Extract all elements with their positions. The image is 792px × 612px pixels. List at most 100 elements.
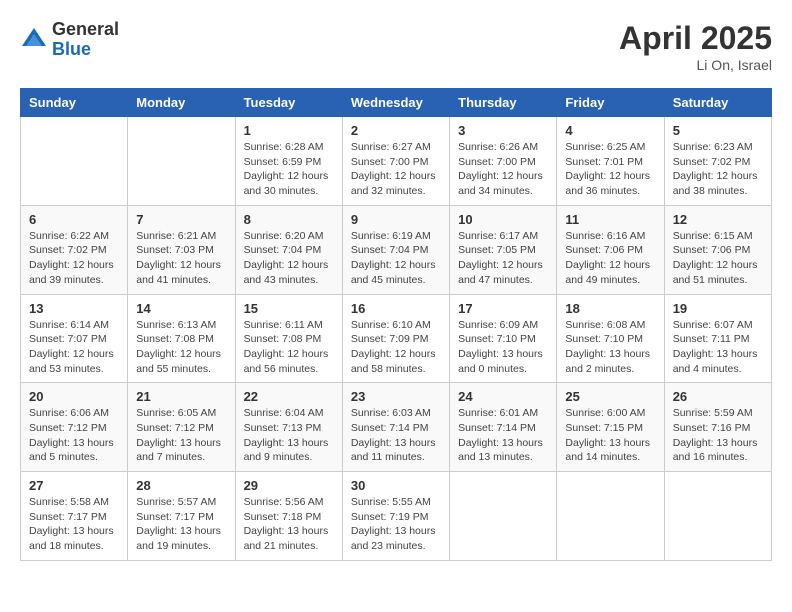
- calendar-cell: 3Sunrise: 6:26 AM Sunset: 7:00 PM Daylig…: [450, 117, 557, 206]
- day-info: Sunrise: 6:17 AM Sunset: 7:05 PM Dayligh…: [458, 229, 548, 288]
- day-info: Sunrise: 6:23 AM Sunset: 7:02 PM Dayligh…: [673, 140, 763, 199]
- day-info: Sunrise: 6:16 AM Sunset: 7:06 PM Dayligh…: [565, 229, 655, 288]
- day-number: 28: [136, 478, 226, 493]
- logo-icon: [20, 26, 48, 54]
- calendar-cell: 26Sunrise: 5:59 AM Sunset: 7:16 PM Dayli…: [664, 383, 771, 472]
- day-number: 18: [565, 301, 655, 316]
- calendar-cell: 1 Sunrise: 6:28 AM Sunset: 6:59 PM Daylig…: [235, 117, 342, 206]
- calendar-header-thursday: Thursday: [450, 89, 557, 117]
- day-info: Sunrise: 6:25 AM Sunset: 7:01 PM Dayligh…: [565, 140, 655, 199]
- day-info: Sunrise: 6:28 AM Sunset: 6:59 PM Dayligh…: [244, 140, 334, 199]
- calendar-cell: 2Sunrise: 6:27 AM Sunset: 7:00 PM Daylig…: [342, 117, 449, 206]
- page-header: General Blue April 2025 Li On, Israel: [20, 20, 772, 73]
- calendar-cell: 12 Sunrise: 6:15 AM Sunset: 7:06 PM Dayli…: [664, 205, 771, 294]
- month-title: April 2025: [619, 20, 772, 57]
- day-info: Sunrise: 6:07 AM Sunset: 7:11 PM Dayligh…: [673, 318, 763, 377]
- calendar-week-5: 27Sunrise: 5:58 AM Sunset: 7:17 PM Dayli…: [21, 472, 772, 561]
- calendar-header-wednesday: Wednesday: [342, 89, 449, 117]
- calendar-header-monday: Monday: [128, 89, 235, 117]
- calendar-cell: 10 Sunrise: 6:17 AM Sunset: 7:05 PM Dayli…: [450, 205, 557, 294]
- calendar-header-friday: Friday: [557, 89, 664, 117]
- day-number: 2: [351, 123, 441, 138]
- day-info: Sunrise: 6:19 AM Sunset: 7:04 PM Dayligh…: [351, 229, 441, 288]
- day-info: Sunrise: 5:57 AM Sunset: 7:17 PM Dayligh…: [136, 495, 226, 554]
- day-info: Sunrise: 6:11 AM Sunset: 7:08 PM Dayligh…: [244, 318, 334, 377]
- calendar-cell: [557, 472, 664, 561]
- logo-general: General: [52, 20, 119, 40]
- calendar-cell: 21Sunrise: 6:05 AM Sunset: 7:12 PM Dayli…: [128, 383, 235, 472]
- calendar-cell: 18 Sunrise: 6:08 AM Sunset: 7:10 PM Dayli…: [557, 294, 664, 383]
- day-info: Sunrise: 6:14 AM Sunset: 7:07 PM Dayligh…: [29, 318, 119, 377]
- day-number: 8: [244, 212, 334, 227]
- calendar-week-3: 13Sunrise: 6:14 AM Sunset: 7:07 PM Dayli…: [21, 294, 772, 383]
- day-info: Sunrise: 5:59 AM Sunset: 7:16 PM Dayligh…: [673, 406, 763, 465]
- calendar-header-tuesday: Tuesday: [235, 89, 342, 117]
- day-number: 21: [136, 389, 226, 404]
- calendar-cell: [664, 472, 771, 561]
- day-info: Sunrise: 6:01 AM Sunset: 7:14 PM Dayligh…: [458, 406, 548, 465]
- calendar-cell: [128, 117, 235, 206]
- calendar-cell: 29 Sunrise: 5:56 AM Sunset: 7:18 PM Dayli…: [235, 472, 342, 561]
- day-number: 27: [29, 478, 119, 493]
- calendar-cell: 15 Sunrise: 6:11 AM Sunset: 7:08 PM Dayli…: [235, 294, 342, 383]
- day-info: Sunrise: 6:21 AM Sunset: 7:03 PM Dayligh…: [136, 229, 226, 288]
- day-info: Sunrise: 6:20 AM Sunset: 7:04 PM Dayligh…: [244, 229, 334, 288]
- day-info: Sunrise: 6:09 AM Sunset: 7:10 PM Dayligh…: [458, 318, 548, 377]
- day-number: 16: [351, 301, 441, 316]
- day-info: Sunrise: 6:15 AM Sunset: 7:06 PM Dayligh…: [673, 229, 763, 288]
- day-number: 24: [458, 389, 548, 404]
- day-number: 29: [244, 478, 334, 493]
- calendar-week-2: 6Sunrise: 6:22 AM Sunset: 7:02 PM Daylig…: [21, 205, 772, 294]
- day-number: 10: [458, 212, 548, 227]
- day-info: Sunrise: 6:26 AM Sunset: 7:00 PM Dayligh…: [458, 140, 548, 199]
- day-number: 9: [351, 212, 441, 227]
- day-number: 15: [244, 301, 334, 316]
- calendar-cell: 16 Sunrise: 6:10 AM Sunset: 7:09 PM Dayli…: [342, 294, 449, 383]
- calendar-header-row: SundayMondayTuesdayWednesdayThursdayFrid…: [21, 89, 772, 117]
- calendar-week-1: 1 Sunrise: 6:28 AM Sunset: 6:59 PM Daylig…: [21, 117, 772, 206]
- calendar-cell: [450, 472, 557, 561]
- calendar-cell: 20 Sunrise: 6:06 AM Sunset: 7:12 PM Dayli…: [21, 383, 128, 472]
- calendar-table: SundayMondayTuesdayWednesdayThursdayFrid…: [20, 88, 772, 561]
- day-info: Sunrise: 6:03 AM Sunset: 7:14 PM Dayligh…: [351, 406, 441, 465]
- day-number: 30: [351, 478, 441, 493]
- calendar-cell: 19 Sunrise: 6:07 AM Sunset: 7:11 PM Dayli…: [664, 294, 771, 383]
- calendar-cell: 23 Sunrise: 6:03 AM Sunset: 7:14 PM Dayli…: [342, 383, 449, 472]
- calendar-cell: 9 Sunrise: 6:19 AM Sunset: 7:04 PM Daylig…: [342, 205, 449, 294]
- day-info: Sunrise: 6:22 AM Sunset: 7:02 PM Dayligh…: [29, 229, 119, 288]
- calendar-cell: 13Sunrise: 6:14 AM Sunset: 7:07 PM Dayli…: [21, 294, 128, 383]
- day-number: 20: [29, 389, 119, 404]
- calendar-cell: 14 Sunrise: 6:13 AM Sunset: 7:08 PM Dayli…: [128, 294, 235, 383]
- day-number: 5: [673, 123, 763, 138]
- calendar-cell: 8 Sunrise: 6:20 AM Sunset: 7:04 PM Daylig…: [235, 205, 342, 294]
- calendar-cell: 24 Sunrise: 6:01 AM Sunset: 7:14 PM Dayli…: [450, 383, 557, 472]
- day-info: Sunrise: 6:00 AM Sunset: 7:15 PM Dayligh…: [565, 406, 655, 465]
- day-info: Sunrise: 6:06 AM Sunset: 7:12 PM Dayligh…: [29, 406, 119, 465]
- calendar-cell: 4 Sunrise: 6:25 AM Sunset: 7:01 PM Daylig…: [557, 117, 664, 206]
- day-number: 1: [244, 123, 334, 138]
- day-number: 17: [458, 301, 548, 316]
- logo-text: General Blue: [52, 20, 119, 60]
- day-info: Sunrise: 6:10 AM Sunset: 7:09 PM Dayligh…: [351, 318, 441, 377]
- day-info: Sunrise: 5:56 AM Sunset: 7:18 PM Dayligh…: [244, 495, 334, 554]
- calendar-week-4: 20 Sunrise: 6:06 AM Sunset: 7:12 PM Dayli…: [21, 383, 772, 472]
- calendar-cell: 6Sunrise: 6:22 AM Sunset: 7:02 PM Daylig…: [21, 205, 128, 294]
- day-info: Sunrise: 5:55 AM Sunset: 7:19 PM Dayligh…: [351, 495, 441, 554]
- logo: General Blue: [20, 20, 119, 60]
- logo-blue: Blue: [52, 40, 119, 60]
- day-number: 7: [136, 212, 226, 227]
- day-number: 23: [351, 389, 441, 404]
- day-info: Sunrise: 6:13 AM Sunset: 7:08 PM Dayligh…: [136, 318, 226, 377]
- day-number: 19: [673, 301, 763, 316]
- day-number: 11: [565, 212, 655, 227]
- day-info: Sunrise: 6:08 AM Sunset: 7:10 PM Dayligh…: [565, 318, 655, 377]
- day-number: 12: [673, 212, 763, 227]
- day-number: 4: [565, 123, 655, 138]
- location: Li On, Israel: [619, 57, 772, 73]
- day-number: 14: [136, 301, 226, 316]
- title-area: April 2025 Li On, Israel: [619, 20, 772, 73]
- calendar-cell: 22Sunrise: 6:04 AM Sunset: 7:13 PM Dayli…: [235, 383, 342, 472]
- calendar-cell: 17 Sunrise: 6:09 AM Sunset: 7:10 PM Dayli…: [450, 294, 557, 383]
- calendar-cell: 30 Sunrise: 5:55 AM Sunset: 7:19 PM Dayli…: [342, 472, 449, 561]
- calendar-cell: 25Sunrise: 6:00 AM Sunset: 7:15 PM Dayli…: [557, 383, 664, 472]
